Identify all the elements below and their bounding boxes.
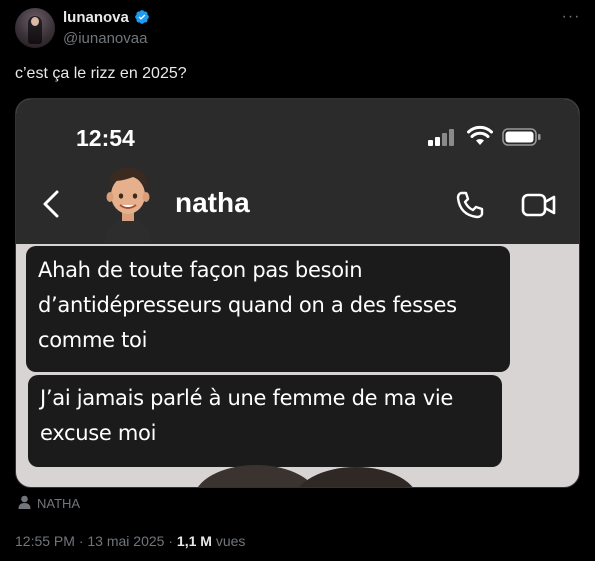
tweet-media-image[interactable]: 12:54 natha Ahah de toute façon pas beso…: [15, 98, 580, 488]
author-handle[interactable]: @iunanovaa: [63, 30, 147, 47]
message-line: J’ai jamais parlé à une femme de ma vie: [40, 386, 453, 410]
chat-contact-name: natha: [175, 187, 250, 218]
wifi-icon: [467, 125, 493, 145]
views-label: vues: [215, 533, 246, 549]
status-bar-time: 12:54: [76, 125, 135, 151]
message-line: d’antidépresseurs quand on a des fesses: [38, 293, 457, 317]
person-tag-icon: [18, 495, 31, 509]
meta-separator: ·: [78, 533, 84, 549]
more-options-icon[interactable]: ···: [560, 8, 582, 26]
battery-icon: [502, 128, 541, 146]
chat-message-bubble: J’ai jamais parlé à une femme de ma vie …: [28, 375, 502, 467]
message-line: excuse moi: [40, 421, 157, 445]
tagged-user-label[interactable]: NATHA: [37, 496, 80, 511]
cellular-signal-icon: [428, 128, 456, 146]
tweet: lunanova @iunanovaa ··· c’est ça le rizz…: [0, 0, 595, 561]
verified-badge-icon: [135, 10, 149, 24]
phone-call-icon[interactable]: [454, 189, 486, 221]
views-count[interactable]: 1,1 M: [177, 533, 212, 549]
avatar-face: [31, 17, 39, 26]
chat-message-bubble: Ahah de toute façon pas besoin d’antidép…: [26, 246, 510, 372]
tweet-date[interactable]: 13 mai 2025: [87, 533, 164, 549]
meta-separator: ·: [168, 533, 174, 549]
message-line: Ahah de toute façon pas besoin: [38, 258, 363, 282]
video-call-icon[interactable]: [521, 191, 557, 219]
back-chevron-icon[interactable]: [40, 189, 62, 219]
photo-heads-partial: [198, 465, 413, 487]
tweet-text: c’est ça le rizz en 2025?: [15, 65, 187, 82]
author-display-name[interactable]: lunanova: [63, 9, 129, 26]
tweet-metadata: 12:55 PM · 13 mai 2025 · 1,1 M vues: [15, 533, 245, 549]
message-line: comme toi: [38, 328, 148, 352]
bitmoji-avatar-icon: [105, 167, 151, 243]
tweet-time[interactable]: 12:55 PM: [15, 533, 75, 549]
author-avatar[interactable]: [15, 8, 55, 48]
